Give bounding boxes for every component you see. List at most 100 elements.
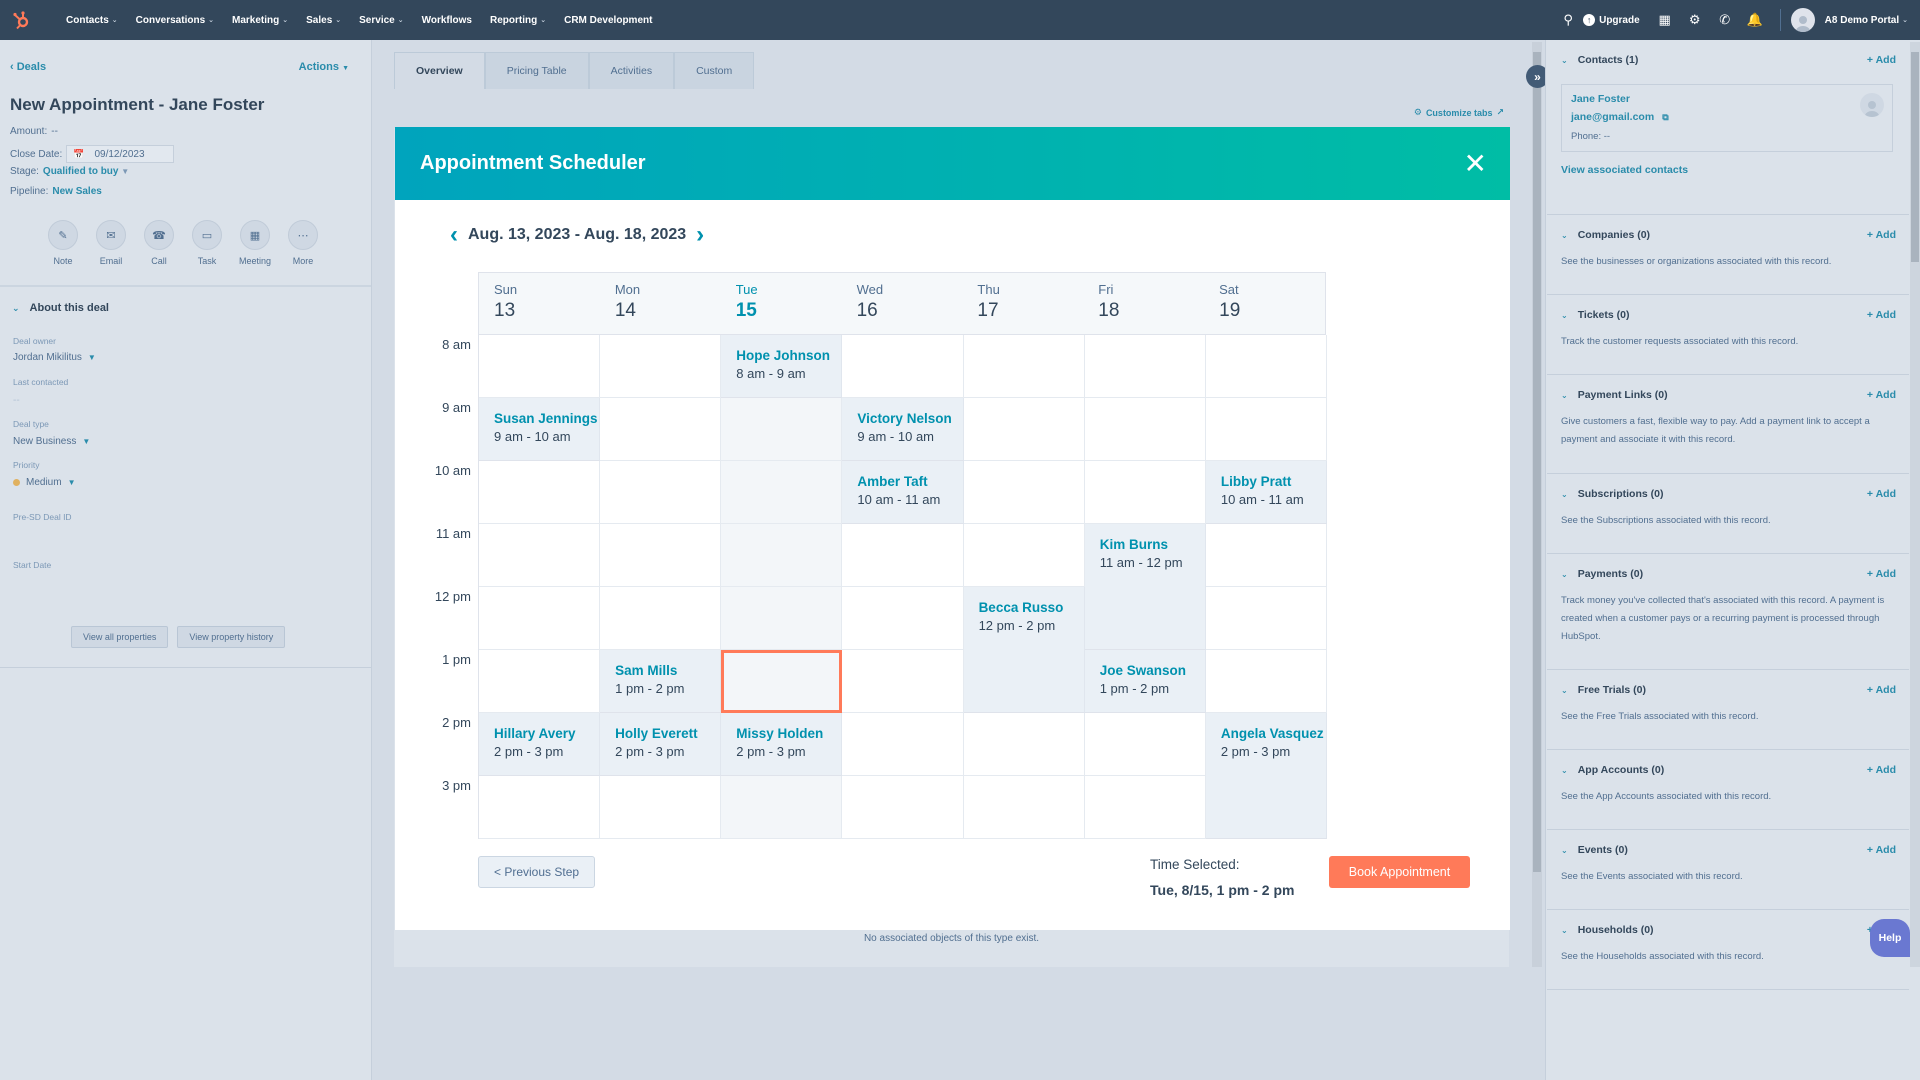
booked-appointment[interactable]: Libby Pratt 10 am - 11 am [1205,461,1327,524]
add-payment-links-button[interactable]: + Add [1867,389,1896,401]
time-slot[interactable] [600,587,722,650]
add-free-trials-button[interactable]: + Add [1867,684,1896,696]
time-slot[interactable] [1084,398,1206,461]
time-slot[interactable] [1084,461,1206,524]
tab-custom[interactable]: Custom [674,52,755,89]
booked-appointment[interactable]: Sam Mills 1 pm - 2 pm [600,650,722,713]
events-section-toggle[interactable]: ⌄ Events (0) [1561,844,1628,856]
time-slot[interactable] [963,398,1085,461]
customize-tabs-link[interactable]: ⚙ Customize tabs ↗ [1414,107,1504,118]
time-slot[interactable] [600,335,722,398]
scrollbar-thumb[interactable] [1533,52,1541,872]
payment-links-section-toggle[interactable]: ⌄ Payment Links (0) [1561,389,1668,401]
stage-dropdown[interactable]: Qualified to buy ▼ [43,166,129,177]
hubspot-logo-icon[interactable] [0,0,44,40]
time-slot[interactable] [963,713,1085,776]
upgrade-button[interactable]: ↑ Upgrade [1583,14,1640,26]
time-slot[interactable] [1205,650,1327,713]
booked-appointment[interactable]: Missy Holden 2 pm - 3 pm [721,713,843,776]
previous-week-button[interactable]: ‹ [450,223,458,247]
time-slot[interactable] [1084,335,1206,398]
selected-time-slot[interactable] [721,650,843,713]
companies-section-toggle[interactable]: ⌄ Companies (0) [1561,229,1650,241]
subscriptions-section-toggle[interactable]: ⌄ Subscriptions (0) [1561,488,1663,500]
nav-item-marketing[interactable]: Marketing ⌄ [223,15,297,26]
more-action-button[interactable]: ⋯ More [288,220,318,266]
time-slot[interactable] [842,524,964,587]
nav-item-conversations[interactable]: Conversations ⌄ [127,15,223,26]
time-slot[interactable] [479,587,601,650]
marketplace-icon[interactable]: ▦ [1650,12,1680,28]
time-slot[interactable] [600,461,722,524]
back-to-deals-link[interactable]: ‹ Deals [10,61,46,73]
add-tickets-button[interactable]: + Add [1867,309,1896,321]
time-slot[interactable] [1205,335,1327,398]
booked-appointment[interactable]: Hillary Avery 2 pm - 3 pm [479,713,601,776]
help-button[interactable]: Help [1870,919,1910,957]
calling-icon[interactable]: ✆ [1710,12,1740,28]
booked-appointment[interactable]: Joe Swanson 1 pm - 2 pm [1084,650,1206,713]
time-slot[interactable] [842,776,964,839]
deal-type-value[interactable]: New Business ▼ [13,436,90,447]
time-slot[interactable] [1084,713,1206,776]
time-slot[interactable] [963,335,1085,398]
time-slot[interactable] [963,524,1085,587]
avatar[interactable] [1790,8,1815,32]
time-slot[interactable] [479,461,601,524]
time-slot[interactable] [1084,776,1206,839]
booked-appointment[interactable]: Victory Nelson 9 am - 10 am [842,398,964,461]
time-slot[interactable] [963,776,1085,839]
add-events-button[interactable]: + Add [1867,844,1896,856]
sidebar-scrollbar[interactable] [1910,42,1920,967]
task-action-button[interactable]: ▭ Task [192,220,222,266]
time-slot[interactable] [1205,398,1327,461]
priority-value[interactable]: Medium ▼ [13,477,76,488]
book-appointment-button[interactable]: Book Appointment [1329,856,1470,888]
view-associated-contacts-link[interactable]: View associated contacts [1561,164,1688,176]
copy-icon[interactable]: ⧉ [1662,112,1668,123]
contacts-section-toggle[interactable]: ⌄ Contacts (1) [1561,54,1638,66]
time-slot[interactable] [721,776,843,839]
email-action-button[interactable]: ✉ Email [96,220,126,266]
booked-appointment[interactable]: Holly Everett 2 pm - 3 pm [600,713,722,776]
booked-appointment[interactable]: Susan Jennings 9 am - 10 am [479,398,601,461]
time-slot[interactable] [721,461,843,524]
actions-dropdown[interactable]: Actions ▼ [299,61,349,73]
search-icon[interactable]: ⚲ [1553,12,1583,28]
view-all-properties-button[interactable]: View all properties [71,626,169,648]
meeting-action-button[interactable]: ▦ Meeting [239,220,271,266]
call-action-button[interactable]: ☎ Call [144,220,174,266]
time-slot[interactable] [1205,524,1327,587]
view-property-history-button[interactable]: View property history [177,626,286,648]
booked-appointment[interactable]: Becca Russo 12 pm - 2 pm [963,587,1085,713]
time-slot[interactable] [600,776,722,839]
pipeline-value[interactable]: New Sales [52,186,101,197]
time-slot[interactable] [721,524,843,587]
booked-appointment[interactable]: Amber Taft 10 am - 11 am [842,461,964,524]
add-app-accounts-button[interactable]: + Add [1867,764,1896,776]
close-date-field[interactable]: 📅 09/12/2023 [66,145,175,163]
time-slot[interactable] [479,524,601,587]
time-slot[interactable] [842,713,964,776]
tickets-section-toggle[interactable]: ⌄ Tickets (0) [1561,309,1629,321]
tab-activities[interactable]: Activities [588,52,675,89]
time-slot[interactable] [721,398,843,461]
payments-section-toggle[interactable]: ⌄ Payments (0) [1561,568,1643,580]
portal-menu[interactable]: A8 Demo Portal ⌄ [1825,15,1908,26]
households-section-toggle[interactable]: ⌄ Households (0) [1561,924,1654,936]
time-slot[interactable] [963,461,1085,524]
add-subscriptions-button[interactable]: + Add [1867,488,1896,500]
bell-icon[interactable]: 🔔 [1740,12,1770,28]
time-slot[interactable] [600,524,722,587]
main-scrollbar[interactable] [1532,42,1542,967]
time-slot[interactable] [479,335,601,398]
contact-name-link[interactable]: Jane Foster [1571,93,1630,105]
previous-step-button[interactable]: < Previous Step [478,856,596,888]
nav-item-crm-development[interactable]: CRM Development [555,15,661,26]
add-companies-button[interactable]: + Add [1867,229,1896,241]
tab-overview[interactable]: Overview [394,52,485,89]
booked-appointment[interactable]: Hope Johnson 8 am - 9 am [721,335,843,398]
time-slot[interactable] [479,776,601,839]
deal-owner-value[interactable]: Jordan Mikilitus ▼ [13,352,96,363]
app-accounts-section-toggle[interactable]: ⌄ App Accounts (0) [1561,764,1664,776]
